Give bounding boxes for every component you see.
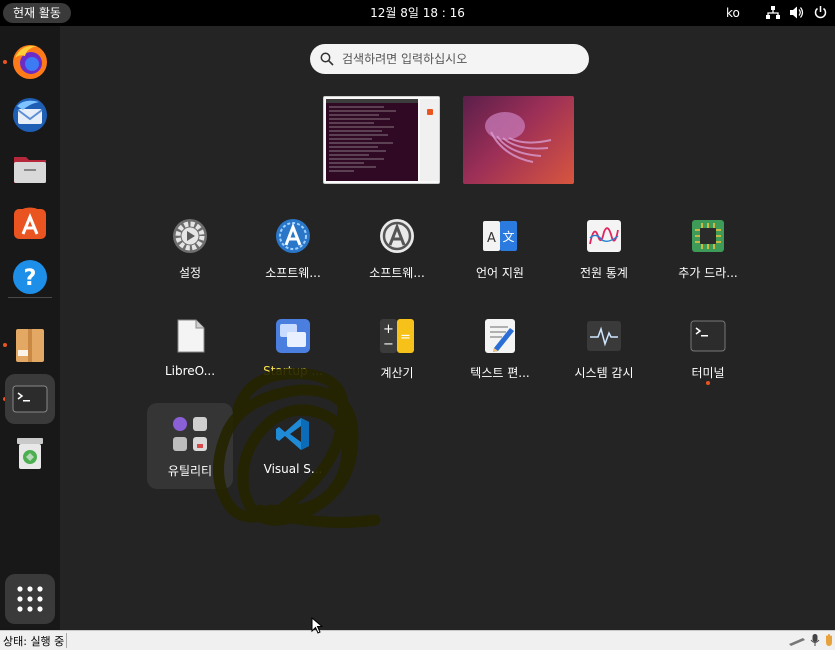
- firefox-icon: [13, 45, 47, 79]
- terminal-window-thumbnail: [326, 99, 439, 181]
- grid-icon: [17, 586, 43, 612]
- files-icon: [14, 157, 46, 183]
- network-icon: [766, 6, 780, 19]
- workspace-thumbnail-1[interactable]: [323, 96, 440, 184]
- status-text: 상태: 실행 중: [3, 635, 65, 648]
- app-software-1[interactable]: 소프트웨...: [241, 218, 345, 304]
- archive-icon: [16, 329, 44, 362]
- app-power-statistics[interactable]: 전원 통계: [552, 218, 656, 304]
- volume-icon: [790, 6, 804, 19]
- dock-firefox[interactable]: [5, 36, 55, 86]
- workspace-thumbnail-2[interactable]: [463, 96, 574, 184]
- dock-help[interactable]: ?: [5, 252, 55, 302]
- app-folder-utilities[interactable]: 유틸리티: [138, 416, 242, 502]
- app-label: 전원 통계: [580, 266, 628, 280]
- app-settings[interactable]: 설정: [138, 218, 242, 304]
- app-label: 계산기: [380, 366, 414, 380]
- libreoffice-icon: [177, 319, 205, 353]
- mouse-cursor-icon: [311, 617, 323, 634]
- app-startup-disk-creator[interactable]: Startup ...: [241, 318, 345, 404]
- help-icon: ?: [13, 260, 47, 294]
- show-apps-button[interactable]: [5, 574, 55, 624]
- settings-gear-icon: [173, 219, 207, 253]
- pen-icon: [789, 638, 805, 646]
- desktop-overview: 현재 활동 12월 8일 18 : 16 ko ? 검색하려면 입력하십시오 설…: [0, 0, 835, 650]
- system-menu[interactable]: [765, 5, 828, 20]
- dock-terminal[interactable]: [5, 374, 55, 424]
- svg-text:=: =: [400, 330, 411, 345]
- app-visual-studio-code[interactable]: Visual S...: [241, 416, 345, 502]
- app-label: Startup ...: [263, 364, 323, 378]
- app-label: 유틸리티: [167, 464, 213, 478]
- status-bar: 상태: 실행 중: [0, 630, 835, 650]
- app-label: 터미널: [691, 366, 725, 380]
- clock[interactable]: 12월 8일 18 : 16: [0, 0, 835, 26]
- dock-thunderbird[interactable]: [5, 90, 55, 140]
- app-language-support[interactable]: A 文 언어 지원: [448, 218, 552, 304]
- search-icon: [320, 52, 334, 66]
- power-icon: [814, 6, 827, 19]
- hand-icon: [826, 634, 832, 646]
- app-system-monitor[interactable]: 시스템 감시: [552, 318, 656, 404]
- input-language-indicator[interactable]: ko: [726, 0, 740, 26]
- app-label: 추가 드라...: [678, 266, 738, 280]
- svg-text:+: +: [383, 322, 394, 337]
- dock-archive[interactable]: [5, 320, 55, 370]
- terminal-icon: [690, 320, 726, 352]
- svg-text:?: ?: [24, 266, 37, 291]
- status-tray: [788, 633, 834, 647]
- calculator-icon: + − =: [380, 319, 414, 353]
- app-label: 시스템 감시: [574, 366, 634, 380]
- chip-icon: [692, 220, 724, 252]
- app-center-icon: [14, 207, 46, 239]
- dock: ?: [0, 26, 60, 630]
- thunderbird-icon: [13, 98, 47, 132]
- software-updater-icon: [276, 219, 310, 253]
- text-editor-icon: [485, 319, 515, 353]
- app-label: LibreO...: [164, 364, 216, 378]
- language-support-icon: A 文: [483, 221, 517, 251]
- running-indicator: [706, 381, 710, 385]
- trash-icon: [17, 438, 43, 469]
- system-monitor-icon: [587, 321, 621, 351]
- app-label: 소프트웨...: [369, 266, 425, 280]
- app-label: 텍스트 편...: [470, 366, 530, 380]
- dock-app-center[interactable]: [5, 198, 55, 248]
- app-label: 소프트웨...: [265, 266, 321, 280]
- vscode-icon: [276, 418, 309, 450]
- app-label: Visual S...: [263, 462, 323, 476]
- dock-separator: [8, 297, 52, 298]
- status-separator: [66, 633, 67, 648]
- svg-text:A: A: [487, 231, 496, 246]
- app-terminal[interactable]: 터미널: [656, 318, 760, 404]
- app-software-2[interactable]: 소프트웨...: [345, 218, 449, 304]
- svg-text:−: −: [383, 337, 394, 352]
- app-libreoffice[interactable]: LibreO...: [138, 318, 242, 404]
- microphone-icon: [810, 634, 820, 646]
- jellyfish-wallpaper: [485, 112, 552, 163]
- dock-files[interactable]: [5, 144, 55, 194]
- search-bar[interactable]: [310, 44, 589, 74]
- dock-trash[interactable]: [5, 428, 55, 478]
- top-bar: 현재 활동 12월 8일 18 : 16 ko: [0, 0, 835, 26]
- terminal-icon: [12, 385, 48, 413]
- app-additional-drivers[interactable]: 추가 드라...: [656, 218, 760, 304]
- app-label: 언어 지원: [476, 266, 524, 280]
- search-input[interactable]: [342, 52, 572, 66]
- power-statistics-icon: [587, 220, 621, 252]
- software-properties-icon: [380, 219, 414, 253]
- app-text-editor[interactable]: 텍스트 편...: [448, 318, 552, 404]
- activities-button[interactable]: 현재 활동: [3, 3, 71, 23]
- startup-disk-creator-icon: [276, 319, 310, 353]
- app-calculator[interactable]: + − = 계산기: [345, 318, 449, 404]
- utilities-folder-icon: [173, 417, 207, 451]
- app-label: 설정: [178, 266, 202, 280]
- svg-text:文: 文: [502, 229, 514, 244]
